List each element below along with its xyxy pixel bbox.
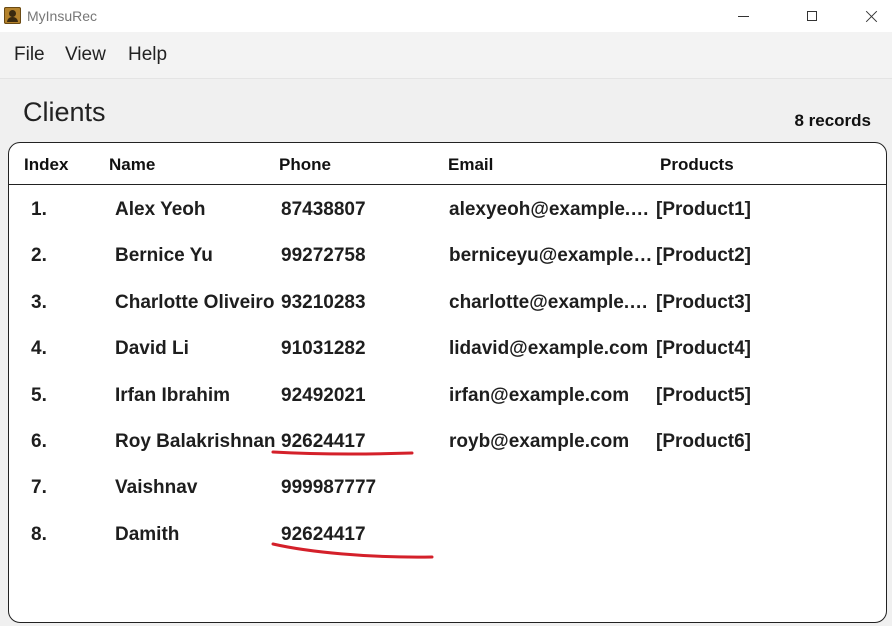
row-phone: 99272758 <box>281 245 366 267</box>
row-products: [Product5] <box>656 384 751 406</box>
row-index: 7. <box>31 477 47 499</box>
table-row[interactable]: 6. Roy Balakrishnan 92624417 royb@exampl… <box>9 419 886 465</box>
row-name: Alex Yeoh <box>115 199 206 220</box>
page-title: Clients <box>23 97 106 127</box>
row-index: 1. <box>31 199 47 220</box>
row-index: 6. <box>31 430 47 452</box>
row-phone: 999987777 <box>281 477 377 499</box>
window-title: MyInsuRec <box>27 8 98 24</box>
row-name: Vaishnav <box>115 477 198 499</box>
menu-help[interactable]: Help <box>128 44 167 66</box>
row-phone: 92624417 <box>281 523 366 545</box>
row-name: David Li <box>115 338 189 360</box>
close-icon <box>865 10 878 23</box>
record-count: 8 records <box>794 111 871 130</box>
header-email: Email <box>448 155 494 174</box>
minimize-button[interactable] <box>720 0 766 32</box>
client-list-panel[interactable]: Index Name Phone Email Products 1. Alex … <box>8 142 887 623</box>
row-products: [Product2] <box>656 245 751 267</box>
title-bar: MyInsuRec <box>0 0 892 32</box>
row-email: royb@example.com <box>449 430 630 452</box>
row-email: irfan@example.com <box>449 384 630 406</box>
row-index: 8. <box>31 523 47 545</box>
table-row[interactable]: 8. Damith 92624417 <box>9 512 886 558</box>
row-email: berniceyu@example.com <box>449 245 654 267</box>
table-row[interactable]: 2. Bernice Yu 99272758 berniceyu@example… <box>9 233 886 279</box>
row-phone: 92492021 <box>281 384 366 406</box>
row-phone: 93210283 <box>281 291 366 313</box>
row-products: [Product4] <box>656 338 751 360</box>
table-row[interactable]: 3. Charlotte Oliveiro 93210283 charlotte… <box>9 280 886 326</box>
header-name: Name <box>109 155 156 174</box>
table-row[interactable]: 4. David Li 91031282 lidavid@example.com… <box>9 326 886 372</box>
row-index: 3. <box>31 291 47 313</box>
menu-file[interactable]: File <box>14 44 45 66</box>
minimize-icon <box>737 15 749 17</box>
row-index: 4. <box>31 338 47 360</box>
table-row[interactable]: 1. Alex Yeoh 87438807 alexyeoh@example.c… <box>9 187 886 233</box>
row-index: 5. <box>31 384 47 406</box>
row-email: charlotte@example.com <box>449 291 654 313</box>
header-products: Products <box>660 155 734 174</box>
row-email: alexyeoh@example.com <box>449 199 654 220</box>
row-index: 2. <box>31 245 47 267</box>
row-products: [Product6] <box>656 430 751 452</box>
maximize-icon <box>807 11 817 21</box>
row-name: Roy Balakrishnan <box>115 430 276 452</box>
row-name: Charlotte Oliveiro <box>115 291 275 313</box>
table-header: Index Name Phone Email Products <box>9 143 886 185</box>
row-phone: 92624417 <box>281 430 366 452</box>
maximize-button[interactable] <box>789 0 835 32</box>
app-icon <box>4 7 21 24</box>
menu-bar: File View Help <box>0 32 892 79</box>
table-row[interactable]: 5. Irfan Ibrahim 92492021 irfan@example.… <box>9 373 886 419</box>
row-name: Damith <box>115 523 180 545</box>
row-phone: 91031282 <box>281 338 366 360</box>
header-index: Index <box>24 155 69 174</box>
header-phone: Phone <box>279 155 331 174</box>
row-phone: 87438807 <box>281 199 366 220</box>
table-row[interactable]: 7. Vaishnav 999987777 <box>9 465 886 511</box>
close-button[interactable] <box>848 0 892 32</box>
menu-view[interactable]: View <box>65 44 106 66</box>
row-products: [Product3] <box>656 291 751 313</box>
row-name: Irfan Ibrahim <box>115 384 231 406</box>
client-rows: 1. Alex Yeoh 87438807 alexyeoh@example.c… <box>9 187 886 558</box>
row-name: Bernice Yu <box>115 245 213 267</box>
row-email: lidavid@example.com <box>449 338 649 360</box>
row-products: [Product1] <box>656 199 751 220</box>
